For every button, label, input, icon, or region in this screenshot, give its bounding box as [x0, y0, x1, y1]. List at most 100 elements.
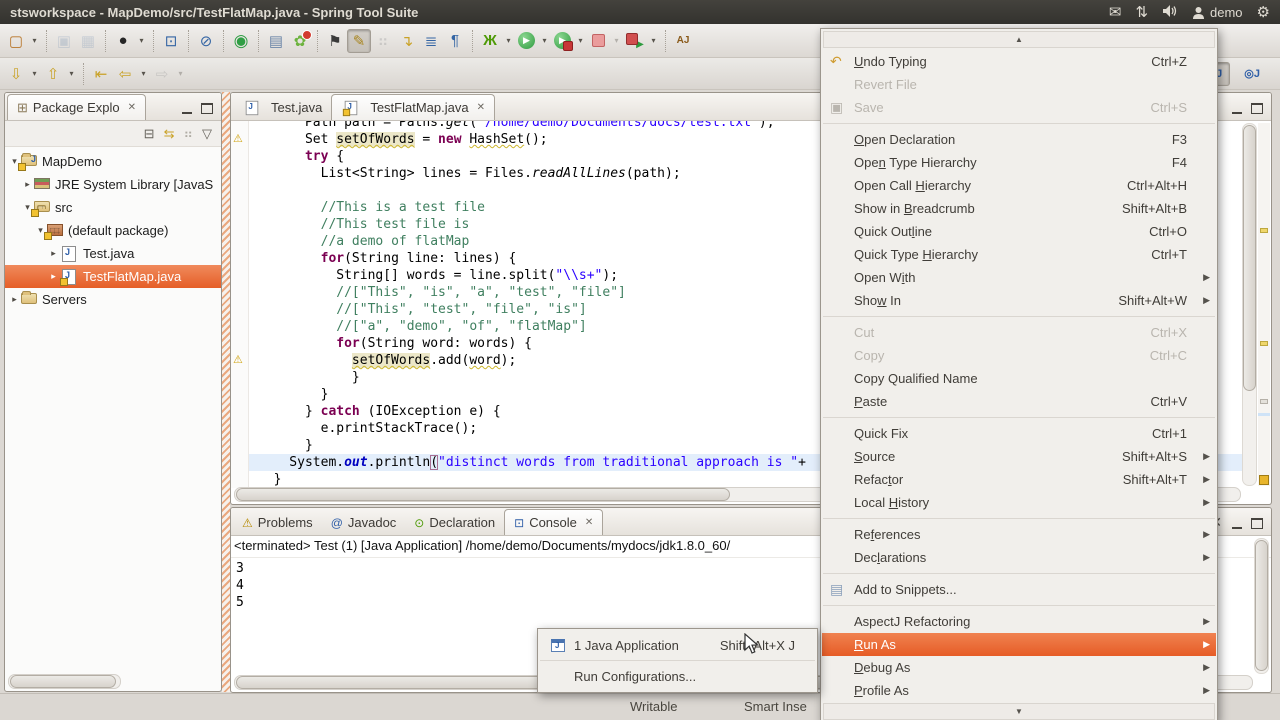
overview-ruler[interactable]	[1258, 123, 1270, 486]
menu-item-open-with[interactable]: Open With ▶	[822, 266, 1216, 289]
tree-expand-icon[interactable]: ▸	[9, 294, 20, 305]
minimize-icon[interactable]	[1232, 519, 1242, 529]
menu-item-debug-as[interactable]: Debug As ▶	[822, 656, 1216, 679]
submenu-item-run-configurations[interactable]: Run Configurations...	[539, 661, 816, 691]
console-tab-problems[interactable]: ⚠ Problems	[233, 510, 322, 535]
run-icon[interactable]: ▶	[518, 32, 535, 49]
highlighter-icon[interactable]: ✎	[347, 28, 371, 53]
view-list-icon[interactable]: ≣	[419, 29, 443, 53]
link-with-editor-icon[interactable]: ⇆	[164, 126, 175, 142]
tree-item-mapdemo[interactable]: ▾MapDemo	[5, 150, 221, 173]
info-marker[interactable]	[1260, 398, 1268, 404]
menu-item-show-in-breadcrumb[interactable]: Show in Breadcrumb Shift+Alt+B	[822, 197, 1216, 220]
menu-item-open-declaration[interactable]: Open Declaration F3	[822, 128, 1216, 151]
dropdown-arrow-icon[interactable]: ▾	[135, 29, 148, 53]
view-menu-icon[interactable]: ▽	[202, 126, 212, 142]
close-icon[interactable]: ✕	[477, 102, 485, 113]
menu-item-refactor[interactable]: Refactor Shift+Alt+T ▶	[822, 468, 1216, 491]
show-whitespace-icon[interactable]: ¶	[443, 29, 467, 53]
user-profile-icon[interactable]: ●	[111, 29, 135, 53]
minimize-icon[interactable]	[1232, 104, 1242, 114]
menu-item-undo-typing[interactable]: ↶ Undo Typing Ctrl+Z	[822, 50, 1216, 73]
occurrences-indicator[interactable]	[1259, 475, 1269, 485]
view-sash[interactable]	[222, 92, 230, 692]
console-tab-declaration[interactable]: ⊙ Declaration	[405, 510, 504, 535]
terminal-icon[interactable]: ⊡	[159, 29, 183, 53]
gear-icon[interactable]: ⚙	[1257, 5, 1270, 20]
dropdown-arrow-icon[interactable]: ▾	[574, 29, 587, 53]
editor-tab-testflatmap-java[interactable]: TestFlatMap.java ✕	[331, 94, 495, 120]
console-tab-javadoc[interactable]: @ Javadoc	[322, 510, 406, 535]
menu-scroll-up[interactable]: ▲	[823, 31, 1215, 48]
menu-item-show-in[interactable]: Show In Shift+Alt+W ▶	[822, 289, 1216, 312]
menu-item-aspectj-refactoring[interactable]: AspectJ Refactoring ▶	[822, 610, 1216, 633]
dropdown-arrow-icon[interactable]: ▾	[65, 62, 78, 86]
close-icon[interactable]: ✕	[128, 102, 136, 113]
menu-scroll-down[interactable]: ▼	[823, 703, 1215, 720]
warning-icon[interactable]: ⚠	[233, 355, 243, 366]
menu-item-quick-outline[interactable]: Quick Outline Ctrl+O	[822, 220, 1216, 243]
close-icon[interactable]: ✕	[585, 517, 593, 528]
tree-item-test-java[interactable]: ▸ Test.java	[5, 242, 221, 265]
run-badge-icon[interactable]: ▶	[554, 32, 573, 51]
session-menu[interactable]: demo	[1192, 5, 1243, 20]
dropdown-arrow-icon[interactable]: ▾	[647, 29, 660, 53]
editor-tab-test-java[interactable]: Test.java	[233, 95, 331, 120]
debug-icon[interactable]: Ж	[478, 29, 502, 53]
menu-item-local-history[interactable]: Local History ▶	[822, 491, 1216, 514]
warning-icon[interactable]: ⚠	[233, 134, 243, 145]
spring-badge-icon[interactable]: ✿	[288, 29, 312, 53]
minimize-icon[interactable]	[182, 104, 192, 114]
warning-marker[interactable]	[1260, 228, 1268, 234]
maximize-icon[interactable]	[1251, 518, 1263, 529]
menu-item-add-to-snippets[interactable]: ▤ Add to Snippets...	[822, 578, 1216, 601]
console-vscrollbar[interactable]	[1254, 538, 1269, 674]
menu-item-profile-as[interactable]: Profile As ▶	[822, 679, 1216, 702]
aspectj-icon[interactable]: AJ	[671, 29, 695, 53]
menu-item-paste[interactable]: Paste Ctrl+V	[822, 390, 1216, 413]
new-note-icon[interactable]: ▤	[264, 29, 288, 53]
package-explorer-hscrollbar[interactable]	[8, 674, 121, 689]
relaunch-icon[interactable]: ▶	[623, 29, 647, 53]
prev-annotation-icon[interactable]: ⇧	[41, 62, 65, 86]
flashlight-icon[interactable]: ⚑	[323, 29, 347, 53]
menu-item-references[interactable]: References ▶	[822, 523, 1216, 546]
focus-icon[interactable]: ⠶	[183, 126, 193, 142]
maximize-icon[interactable]	[201, 103, 213, 114]
stop-icon[interactable]	[592, 34, 605, 47]
warning-marker[interactable]	[1260, 340, 1268, 346]
menu-item-copy-qualified-name[interactable]: Copy Qualified Name	[822, 367, 1216, 390]
mail-icon[interactable]: ✉	[1109, 5, 1122, 20]
menu-item-quick-type-hierarchy[interactable]: Quick Type Hierarchy Ctrl+T	[822, 243, 1216, 266]
tree-item-default-package[interactable]: ▾ (default package)	[5, 219, 221, 242]
tree-item-src[interactable]: ▾ src	[5, 196, 221, 219]
tree-expand-icon[interactable]: ▸	[48, 248, 59, 259]
menu-item-open-call-hierarchy[interactable]: Open Call Hierarchy Ctrl+Alt+H	[822, 174, 1216, 197]
dropdown-arrow-icon[interactable]: ▾	[538, 29, 551, 53]
java-browsing-perspective[interactable]: ◎J	[1236, 62, 1268, 86]
boot-dashboard-icon[interactable]: ◉	[229, 29, 253, 53]
last-edit-location-icon[interactable]: ⇤	[89, 62, 113, 86]
console-tab-console[interactable]: ⊡ Console ✕	[504, 509, 604, 535]
tree-expand-icon[interactable]: ▸	[48, 271, 59, 282]
menu-item-run-as[interactable]: Run As ▶	[822, 633, 1216, 656]
collapse-all-icon[interactable]: ⊟	[144, 126, 155, 142]
menu-item-quick-fix[interactable]: Quick Fix Ctrl+1	[822, 422, 1216, 445]
new-wizard-icon[interactable]: ▢	[4, 29, 28, 53]
dropdown-arrow-icon[interactable]: ▾	[28, 29, 41, 53]
next-annotation-icon[interactable]: ⇩	[4, 62, 28, 86]
note-arrow-icon[interactable]: ↴	[395, 29, 419, 53]
skip-breakpoints-icon[interactable]: ⊘	[194, 29, 218, 53]
dropdown-arrow-icon[interactable]: ▾	[502, 29, 515, 53]
maximize-icon[interactable]	[1251, 103, 1263, 114]
tree-item-servers[interactable]: ▸ Servers	[5, 288, 221, 311]
submenu-item-1-java-application[interactable]: 1 Java Application Shift+Alt+X J	[539, 630, 816, 660]
menu-item-open-type-hierarchy[interactable]: Open Type Hierarchy F4	[822, 151, 1216, 174]
dropdown-arrow-icon[interactable]: ▾	[137, 62, 150, 86]
speaker-icon[interactable]	[1162, 4, 1178, 21]
tab-package-explorer[interactable]: ⊞ Package Explo ✕	[7, 94, 147, 120]
menu-item-source[interactable]: Source Shift+Alt+S ▶	[822, 445, 1216, 468]
sync-arrows-icon[interactable]: ⇅	[1135, 5, 1148, 20]
tree-expand-icon[interactable]: ▸	[22, 179, 33, 190]
tree-item-jre-system-library-javas[interactable]: ▸ JRE System Library [JavaS	[5, 173, 221, 196]
